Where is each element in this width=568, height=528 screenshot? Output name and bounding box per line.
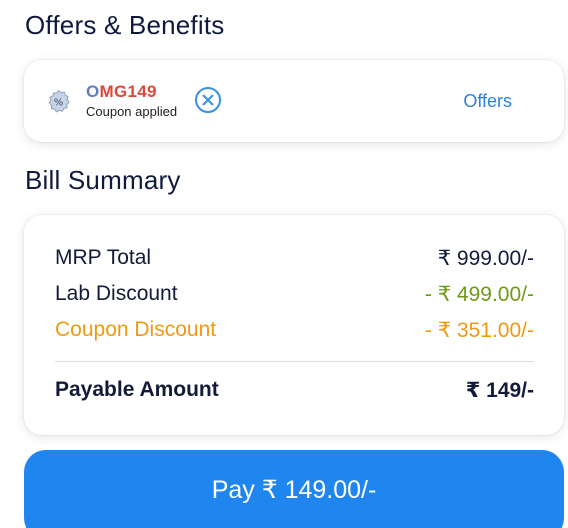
coupon-code: OMG149 bbox=[86, 82, 157, 101]
payable-amount-value: ₹ 149/- bbox=[465, 378, 534, 402]
lab-discount-value: - ₹ 499.00/- bbox=[424, 282, 534, 306]
divider bbox=[55, 361, 534, 362]
payable-amount-label: Payable Amount bbox=[55, 378, 219, 401]
mrp-total-row: MRP Total ₹ 999.00/- bbox=[55, 245, 534, 271]
pay-button[interactable]: Pay ₹ 149.00/- bbox=[24, 450, 564, 528]
checkout-page: Offers & Benefits % OMG149 Coupon applie… bbox=[0, 0, 568, 528]
lab-discount-row: Lab Discount - ₹ 499.00/- bbox=[55, 281, 534, 307]
mrp-total-label: MRP Total bbox=[55, 246, 152, 269]
payable-amount-row: Payable Amount ₹ 149/- bbox=[55, 377, 534, 403]
bill-summary-card: MRP Total ₹ 999.00/- Lab Discount - ₹ 49… bbox=[24, 215, 564, 435]
offers-section-title: Offers & Benefits bbox=[25, 10, 225, 40]
coupon-discount-row: Coupon Discount - ₹ 351.00/- bbox=[55, 317, 534, 343]
offers-link[interactable]: Offers bbox=[463, 91, 512, 112]
bill-section-title: Bill Summary bbox=[25, 165, 181, 195]
svg-text:%: % bbox=[54, 98, 64, 109]
coupon-status: Coupon applied bbox=[86, 104, 178, 119]
coupon-discount-value: - ₹ 351.00/- bbox=[424, 318, 534, 342]
remove-coupon-button[interactable] bbox=[195, 87, 221, 113]
lab-discount-label: Lab Discount bbox=[55, 282, 178, 305]
percent-badge-icon: % bbox=[46, 89, 71, 114]
close-icon bbox=[202, 94, 214, 106]
coupon-card: % OMG149 Coupon applied Offers bbox=[24, 60, 564, 142]
mrp-total-value: ₹ 999.00/- bbox=[437, 246, 534, 270]
coupon-discount-label: Coupon Discount bbox=[55, 318, 217, 341]
